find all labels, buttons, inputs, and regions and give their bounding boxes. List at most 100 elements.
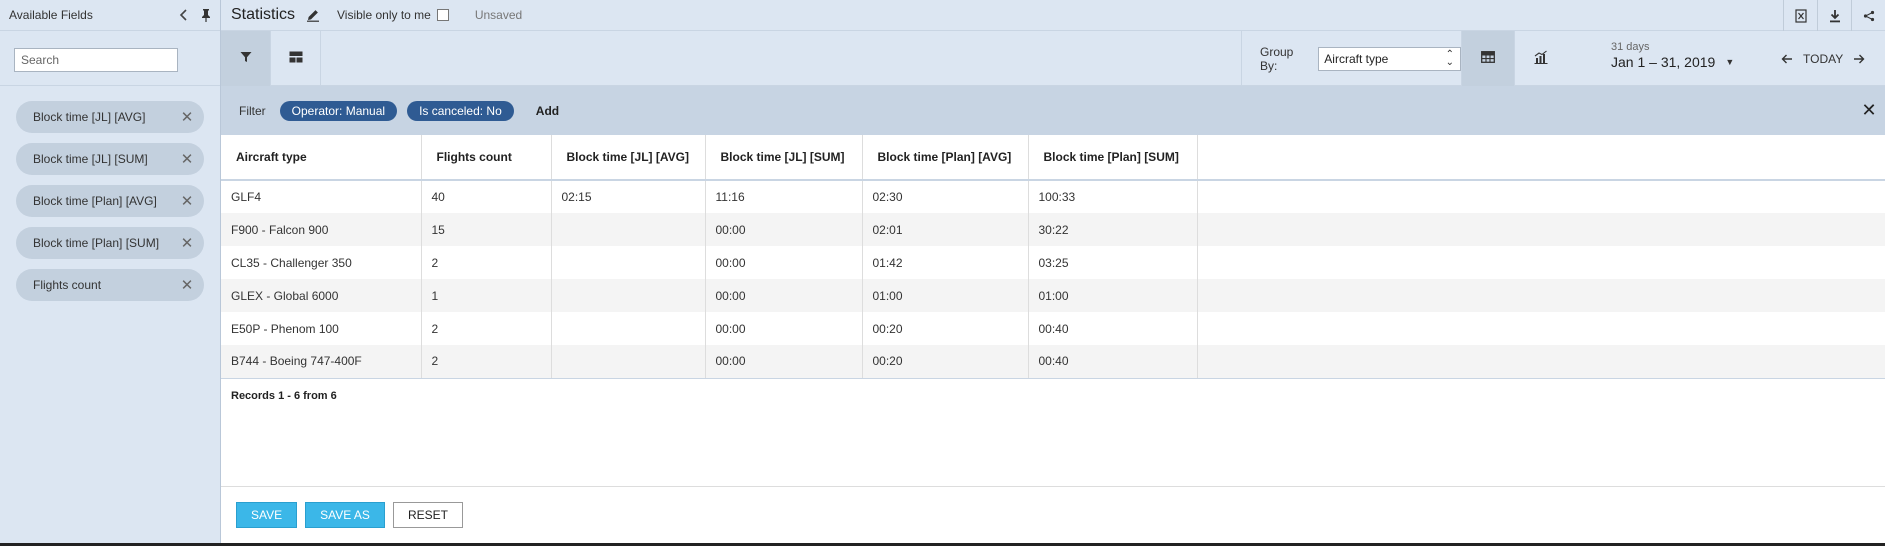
close-icon[interactable]: ✕: [1859, 100, 1879, 120]
today-button[interactable]: TODAY: [1803, 52, 1843, 66]
field-chip[interactable]: Block time [Plan] [SUM] ✕: [16, 227, 204, 259]
layout-icon: [289, 51, 303, 66]
column-header[interactable]: Block time [JL] [AVG]: [551, 135, 706, 181]
report-header: Statistics Visible only to me Unsaved: [221, 0, 1885, 31]
column-header[interactable]: Flights count: [421, 135, 552, 181]
table-cell: GLEX - Global 6000: [221, 279, 422, 312]
report-toolbar: Group By: Aircraft type ⌃ ⌄ 31 days Jan 1…: [221, 31, 1885, 86]
bar-chart-icon: [1534, 50, 1548, 67]
report-footer: SAVE SAVE AS RESET: [221, 486, 1885, 543]
table-cell: 01:00: [1028, 279, 1198, 312]
date-range-picker[interactable]: 31 days Jan 1 – 31, 2019 ▼: [1611, 41, 1734, 70]
close-icon[interactable]: ✕: [178, 276, 196, 294]
table-cell-empty: [1197, 345, 1885, 379]
table-cell-empty: [1197, 279, 1885, 312]
search-input[interactable]: [14, 48, 178, 72]
field-chip[interactable]: Block time [Plan] [AVG] ✕: [16, 185, 204, 217]
close-icon[interactable]: ✕: [178, 108, 196, 126]
statistics-table: Aircraft type Flights count Block time […: [221, 135, 1885, 379]
chevron-left-icon[interactable]: [173, 4, 195, 26]
table-row[interactable]: GLF4 40 02:15 11:16 02:30 100:33: [221, 180, 1885, 213]
close-icon[interactable]: ✕: [178, 150, 196, 168]
table-cell: [551, 312, 706, 345]
table-view-button[interactable]: [1461, 31, 1514, 86]
table-cell: 00:00: [705, 279, 863, 312]
group-by-select[interactable]: Aircraft type ⌃ ⌄: [1318, 46, 1461, 71]
table-cell: GLF4: [221, 180, 422, 213]
table-cell: B744 - Boeing 747-400F: [221, 345, 422, 379]
sidebar-search-area: [0, 31, 220, 86]
filter-pill-canceled[interactable]: Is canceled: No: [407, 100, 514, 121]
save-as-button[interactable]: SAVE AS: [305, 502, 385, 528]
table-cell: [551, 279, 706, 312]
table-cell: [551, 345, 706, 379]
layout-toggle-button[interactable]: [271, 31, 321, 86]
close-icon[interactable]: ✕: [178, 192, 196, 210]
table-header-row: Aircraft type Flights count Block time […: [221, 135, 1885, 181]
excel-export-icon[interactable]: [1783, 0, 1817, 31]
table-cell: E50P - Phenom 100: [221, 312, 422, 345]
date-navigation: TODAY: [1777, 31, 1869, 86]
field-chip[interactable]: Block time [JL] [SUM] ✕: [16, 143, 204, 175]
available-fields-sidebar: Available Fields Block time [JL] [AVG] ✕…: [0, 0, 221, 546]
table-cell: 2: [421, 312, 552, 345]
table-icon: [1481, 51, 1495, 66]
table-cell: 01:00: [862, 279, 1029, 312]
column-header-empty: [1197, 135, 1885, 181]
pencil-icon[interactable]: [303, 5, 323, 25]
header-actions: [1783, 0, 1885, 31]
table-cell: 00:00: [705, 246, 863, 279]
caret-down-icon: ▼: [1725, 57, 1735, 67]
group-by-label: Group By:: [1260, 44, 1294, 73]
table-row[interactable]: CL35 - Challenger 350 2 00:00 01:42 03:2…: [221, 246, 1885, 279]
arrow-right-icon[interactable]: [1849, 49, 1869, 69]
table-cell: 100:33: [1028, 180, 1198, 213]
share-icon[interactable]: [1851, 0, 1885, 31]
column-header[interactable]: Block time [JL] [SUM]: [705, 135, 863, 181]
table-cell: 2: [421, 345, 552, 379]
table-cell: 15: [421, 213, 552, 246]
group-by-control: Group By: Aircraft type ⌃ ⌄: [1241, 31, 1461, 86]
table-row[interactable]: GLEX - Global 6000 1 00:00 01:00 01:00: [221, 279, 1885, 312]
field-chip-label: Flights count: [33, 278, 102, 292]
table-cell: 02:30: [862, 180, 1029, 213]
visible-only-label: Visible only to me: [337, 8, 431, 22]
table-cell: 01:42: [862, 246, 1029, 279]
pin-icon[interactable]: [195, 4, 217, 26]
field-chip[interactable]: Flights count ✕: [16, 269, 204, 301]
field-chip-list: Block time [JL] [AVG] ✕ Block time [JL] …: [0, 86, 220, 301]
field-chip[interactable]: Block time [JL] [AVG] ✕: [16, 101, 204, 133]
arrow-left-icon[interactable]: [1777, 49, 1797, 69]
download-icon[interactable]: [1817, 0, 1851, 31]
table-cell-empty: [1197, 312, 1885, 345]
reset-button[interactable]: RESET: [392, 502, 463, 528]
column-header[interactable]: Block time [Plan] [SUM]: [1028, 135, 1198, 181]
table-row[interactable]: F900 - Falcon 900 15 00:00 02:01 30:22: [221, 213, 1885, 246]
table-cell: 30:22: [1028, 213, 1198, 246]
table-cell: 2: [421, 246, 552, 279]
chart-view-button[interactable]: [1514, 31, 1567, 86]
page-title: Statistics: [231, 6, 296, 23]
close-icon[interactable]: ✕: [178, 234, 196, 252]
table-cell: 11:16: [705, 180, 863, 213]
group-by-value: Aircraft type: [1324, 51, 1389, 66]
column-header[interactable]: Block time [Plan] [AVG]: [862, 135, 1029, 181]
table-cell: 00:20: [862, 312, 1029, 345]
field-chip-label: Block time [Plan] [AVG]: [33, 194, 157, 208]
updown-caret-icon: ⌃ ⌄: [1445, 48, 1454, 68]
save-button[interactable]: SAVE: [236, 502, 298, 528]
add-filter-button[interactable]: Add: [536, 104, 559, 118]
table-cell-empty: [1197, 180, 1885, 213]
filter-toggle-button[interactable]: [221, 31, 271, 86]
column-header[interactable]: Aircraft type: [221, 135, 422, 181]
table-cell: 40: [421, 180, 552, 213]
field-chip-label: Block time [Plan] [SUM]: [33, 236, 160, 250]
table-cell: 02:01: [862, 213, 1029, 246]
table-cell: [551, 213, 706, 246]
table-row[interactable]: B744 - Boeing 747-400F 2 00:00 00:20 00:…: [221, 345, 1885, 379]
visible-only-checkbox[interactable]: [436, 9, 449, 21]
table-cell: 00:00: [705, 312, 863, 345]
filter-label: Filter: [239, 103, 266, 118]
table-row[interactable]: E50P - Phenom 100 2 00:00 00:20 00:40: [221, 312, 1885, 345]
filter-pill-operator[interactable]: Operator: Manual: [279, 100, 398, 121]
